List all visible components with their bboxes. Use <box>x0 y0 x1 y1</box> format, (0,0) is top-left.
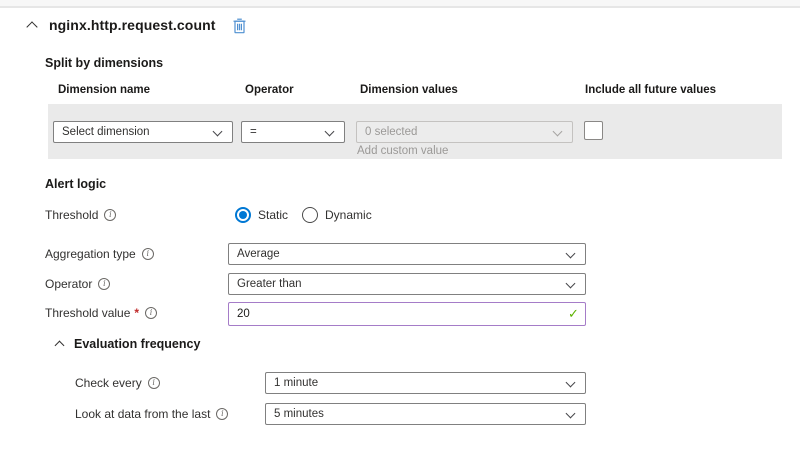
info-icon[interactable]: i <box>145 307 157 319</box>
collapse-chevron-icon[interactable] <box>26 21 37 32</box>
chevron-down-icon <box>566 378 576 388</box>
chevron-down-icon <box>566 279 576 289</box>
checkmark-icon: ✓ <box>568 306 579 322</box>
evaluation-frequency-title: Evaluation frequency <box>74 337 200 351</box>
dimension-operator-value: = <box>250 126 257 138</box>
chevron-down-icon <box>553 127 563 137</box>
alert-logic-title: Alert logic <box>45 177 106 191</box>
lookback-value: 5 minutes <box>274 408 324 420</box>
threshold-radio-group: Static Dynamic <box>235 207 372 223</box>
check-every-dropdown[interactable]: 1 minute <box>265 372 586 394</box>
dimension-values-dropdown[interactable]: 0 selected <box>356 121 573 143</box>
column-header-operator: Operator <box>245 84 294 96</box>
lookback-label: Look at data from the last <box>75 407 210 421</box>
dimension-name-dropdown[interactable]: Select dimension <box>53 121 233 143</box>
operator-value: Greater than <box>237 278 302 290</box>
aggregation-label-row: Aggregation type i <box>45 247 154 261</box>
chevron-down-icon <box>325 127 335 137</box>
threshold-label: Threshold <box>45 208 98 222</box>
check-every-label: Check every <box>75 376 142 390</box>
column-header-dimension-name: Dimension name <box>58 84 150 96</box>
dimension-name-dropdown-value: Select dimension <box>62 126 150 138</box>
info-icon[interactable]: i <box>148 377 160 389</box>
chevron-down-icon <box>566 249 576 259</box>
info-icon[interactable]: i <box>216 408 228 420</box>
aggregation-type-dropdown[interactable]: Average <box>228 243 586 265</box>
radio-static-label: Static <box>258 208 288 222</box>
threshold-label-row: Threshold i <box>45 208 116 222</box>
threshold-value-label-row: Threshold value * i <box>45 306 157 320</box>
chevron-down-icon <box>213 127 223 137</box>
required-asterisk: * <box>134 306 139 320</box>
column-header-dimension-values: Dimension values <box>360 84 458 96</box>
dimension-operator-dropdown[interactable]: = <box>241 121 345 143</box>
include-future-values-checkbox[interactable] <box>584 121 603 140</box>
threshold-value-label: Threshold value <box>45 306 130 320</box>
radio-icon <box>302 207 318 223</box>
dimension-values-value: 0 selected <box>365 126 417 138</box>
trash-icon <box>232 17 247 34</box>
radio-icon <box>235 207 251 223</box>
lookback-dropdown[interactable]: 5 minutes <box>265 403 586 425</box>
radio-dynamic-label: Dynamic <box>325 208 372 222</box>
threshold-value-input[interactable] <box>228 302 586 326</box>
aggregation-type-value: Average <box>237 248 280 260</box>
metric-header: nginx.http.request.count <box>28 15 250 35</box>
info-icon[interactable]: i <box>104 209 116 221</box>
chevron-down-icon <box>566 409 576 419</box>
operator-label: Operator <box>45 277 92 291</box>
split-section-title: Split by dimensions <box>45 56 163 70</box>
info-icon[interactable]: i <box>98 278 110 290</box>
top-divider <box>0 0 800 8</box>
check-every-label-row: Check every i <box>75 376 160 390</box>
lookback-label-row: Look at data from the last i <box>75 407 228 421</box>
radio-dynamic[interactable]: Dynamic <box>302 207 372 223</box>
add-custom-value-link[interactable]: Add custom value <box>357 145 448 157</box>
metric-title: nginx.http.request.count <box>49 17 216 33</box>
aggregation-type-label: Aggregation type <box>45 247 136 261</box>
operator-dropdown[interactable]: Greater than <box>228 273 586 295</box>
alert-condition-pane: nginx.http.request.count Split by dimens… <box>0 0 800 454</box>
check-every-value: 1 minute <box>274 377 318 389</box>
evaluation-frequency-header[interactable]: Evaluation frequency <box>56 337 200 351</box>
delete-metric-button[interactable] <box>230 15 250 35</box>
radio-static[interactable]: Static <box>235 207 288 223</box>
collapse-chevron-icon <box>55 341 65 351</box>
operator-label-row: Operator i <box>45 277 110 291</box>
info-icon[interactable]: i <box>142 248 154 260</box>
column-header-include-future: Include all future values <box>585 84 716 96</box>
